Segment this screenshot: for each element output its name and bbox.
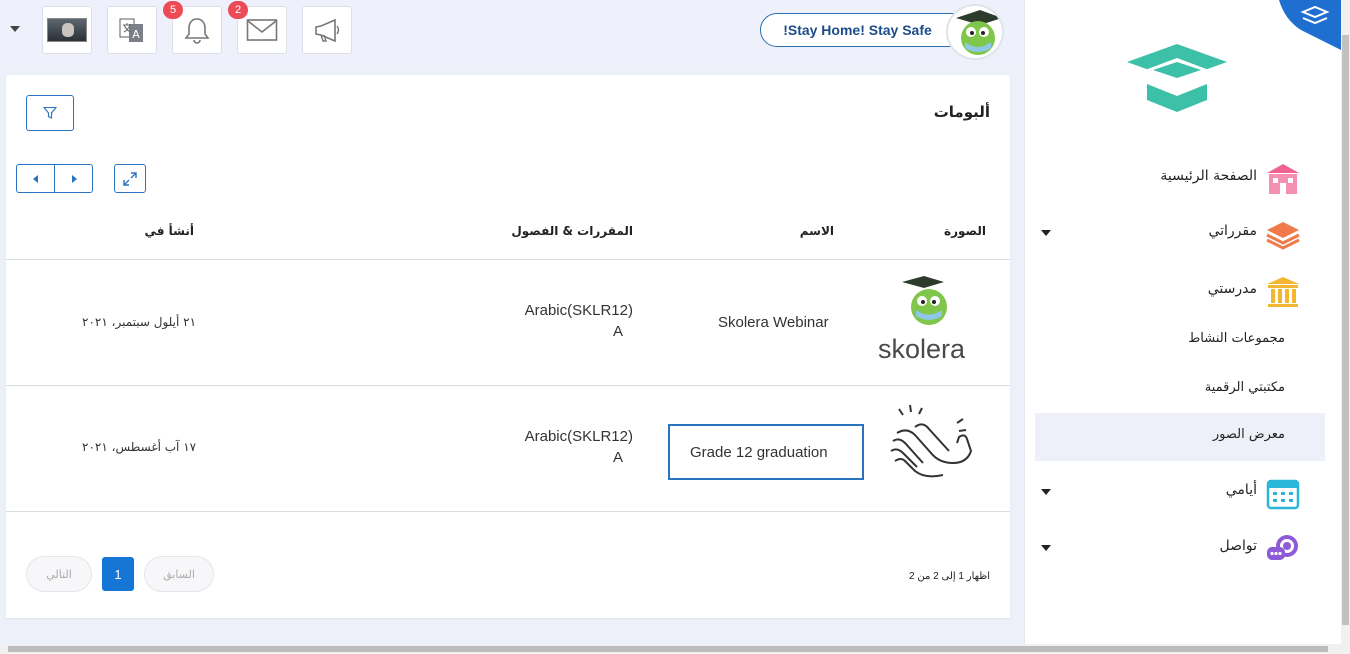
albums-card: ألبومات الصورة الاسم المقررات & الفصول أ… (6, 75, 1010, 618)
messages-button[interactable]: 2 (228, 1, 287, 54)
album-name[interactable]: Grade 12 graduation (668, 424, 864, 480)
album-created-date: ١٧ آب أغسطس، ٢٠٢١ (82, 440, 197, 454)
sidebar-item-digital-library[interactable]: مكتبتي الرقمية (1035, 366, 1325, 414)
language-button[interactable]: A (107, 6, 157, 54)
next-page-button[interactable]: التالي (26, 556, 92, 592)
divider (6, 259, 1010, 260)
svg-text:A: A (132, 28, 140, 41)
pagination-info: اظهار 1 إلى 2 من 2 (909, 571, 990, 582)
megaphone-icon (315, 18, 340, 43)
announcements-button[interactable] (302, 6, 352, 54)
previous-page-button[interactable]: السابق (144, 556, 214, 592)
sidebar: الصفحة الرئيسية مقرراتي مدرستي مجموعات ا… (1024, 0, 1341, 644)
course-label: Arabic(SKLR12) (524, 428, 633, 445)
divider (6, 385, 1010, 386)
skolera-logo (1127, 44, 1227, 112)
album-course: Arabic(SKLR12) A (521, 428, 633, 466)
corner-logo (1279, 0, 1341, 50)
album-thumbnail[interactable] (875, 403, 987, 485)
sidebar-item-label: مكتبتي الرقمية (1204, 380, 1285, 395)
thumbnail-logo-text: skolera (878, 334, 966, 361)
envelope-icon (246, 19, 278, 41)
sidebar-item-label: مجموعات النشاط (1188, 331, 1285, 346)
sidebar-item-label: مقرراتي (1208, 223, 1257, 239)
translate-icon: A (119, 18, 143, 42)
layers-icon (1266, 222, 1300, 250)
chevron-down-icon (1041, 230, 1051, 236)
home-icon (1267, 164, 1299, 194)
sidebar-item-my-courses[interactable]: مقرراتي (1035, 210, 1325, 258)
column-header-image: الصورة (944, 224, 986, 238)
user-menu-dropdown[interactable] (10, 26, 20, 32)
album-course: Arabic(SKLR12) A (521, 302, 633, 340)
avatar (47, 18, 87, 42)
column-header-created: أنشأ في (144, 224, 194, 238)
column-header-courses: المقررات & الفصول (511, 224, 633, 238)
class-label: A (612, 449, 623, 466)
school-icon (1267, 277, 1299, 307)
sidebar-item-label: مدرستي (1207, 281, 1257, 297)
chevron-down-icon (1041, 545, 1051, 551)
caret-left-icon (32, 174, 38, 183)
scroll-right-button[interactable] (54, 165, 92, 192)
course-label: Arabic(SKLR12) (524, 302, 633, 319)
sidebar-item-communication[interactable]: تواصل (1035, 525, 1325, 573)
sidebar-item-activity-groups[interactable]: مجموعات النشاط (1035, 317, 1325, 365)
album-name[interactable]: Skolera Webinar (718, 314, 829, 331)
sidebar-item-label: معرض الصور (1212, 427, 1285, 442)
sidebar-item-label: أيامي (1225, 482, 1257, 498)
vertical-scrollbar[interactable] (1341, 0, 1350, 644)
top-bar: A 5 2 !Stay Home! Stay Safe (0, 0, 1024, 62)
sidebar-item-label: تواصل (1219, 538, 1257, 554)
page-title: ألبومات (933, 103, 990, 121)
scroll-left-button[interactable] (17, 165, 54, 192)
expand-button[interactable] (114, 164, 146, 193)
horizontal-scrollbar[interactable] (0, 644, 1350, 654)
calendar-icon (1266, 479, 1300, 510)
messages-badge: 2 (228, 1, 248, 19)
chevron-down-icon (1041, 489, 1051, 495)
caret-right-icon (71, 174, 77, 183)
filter-button[interactable] (26, 95, 74, 131)
clapping-hands-icon (890, 404, 973, 478)
sidebar-item-label: الصفحة الرئيسية (1160, 168, 1257, 184)
notifications-badge: 5 (163, 1, 183, 19)
sidebar-item-photo-gallery[interactable]: معرض الصور (1035, 413, 1325, 461)
table-scroll-controls (16, 164, 93, 193)
sidebar-item-my-days[interactable]: أيامي (1035, 469, 1325, 517)
album-created-date: ٢١ أيلول سبتمبر، ٢٠٢١ (82, 315, 197, 329)
album-thumbnail[interactable]: skolera (872, 274, 987, 361)
notifications-button[interactable]: 5 (163, 1, 222, 54)
current-page-button[interactable]: 1 (102, 557, 134, 591)
sidebar-item-my-school[interactable]: مدرستي (1035, 268, 1325, 316)
expand-icon (123, 171, 137, 186)
divider (6, 511, 1010, 512)
bell-icon (184, 18, 210, 44)
column-header-name: الاسم (799, 224, 834, 238)
sidebar-item-home[interactable]: الصفحة الرئيسية (1035, 155, 1325, 203)
chat-icon (1267, 535, 1298, 560)
filter-icon (43, 106, 57, 119)
class-label: A (612, 323, 623, 340)
user-avatar-button[interactable] (42, 6, 92, 54)
mascot-avatar (946, 4, 1004, 60)
